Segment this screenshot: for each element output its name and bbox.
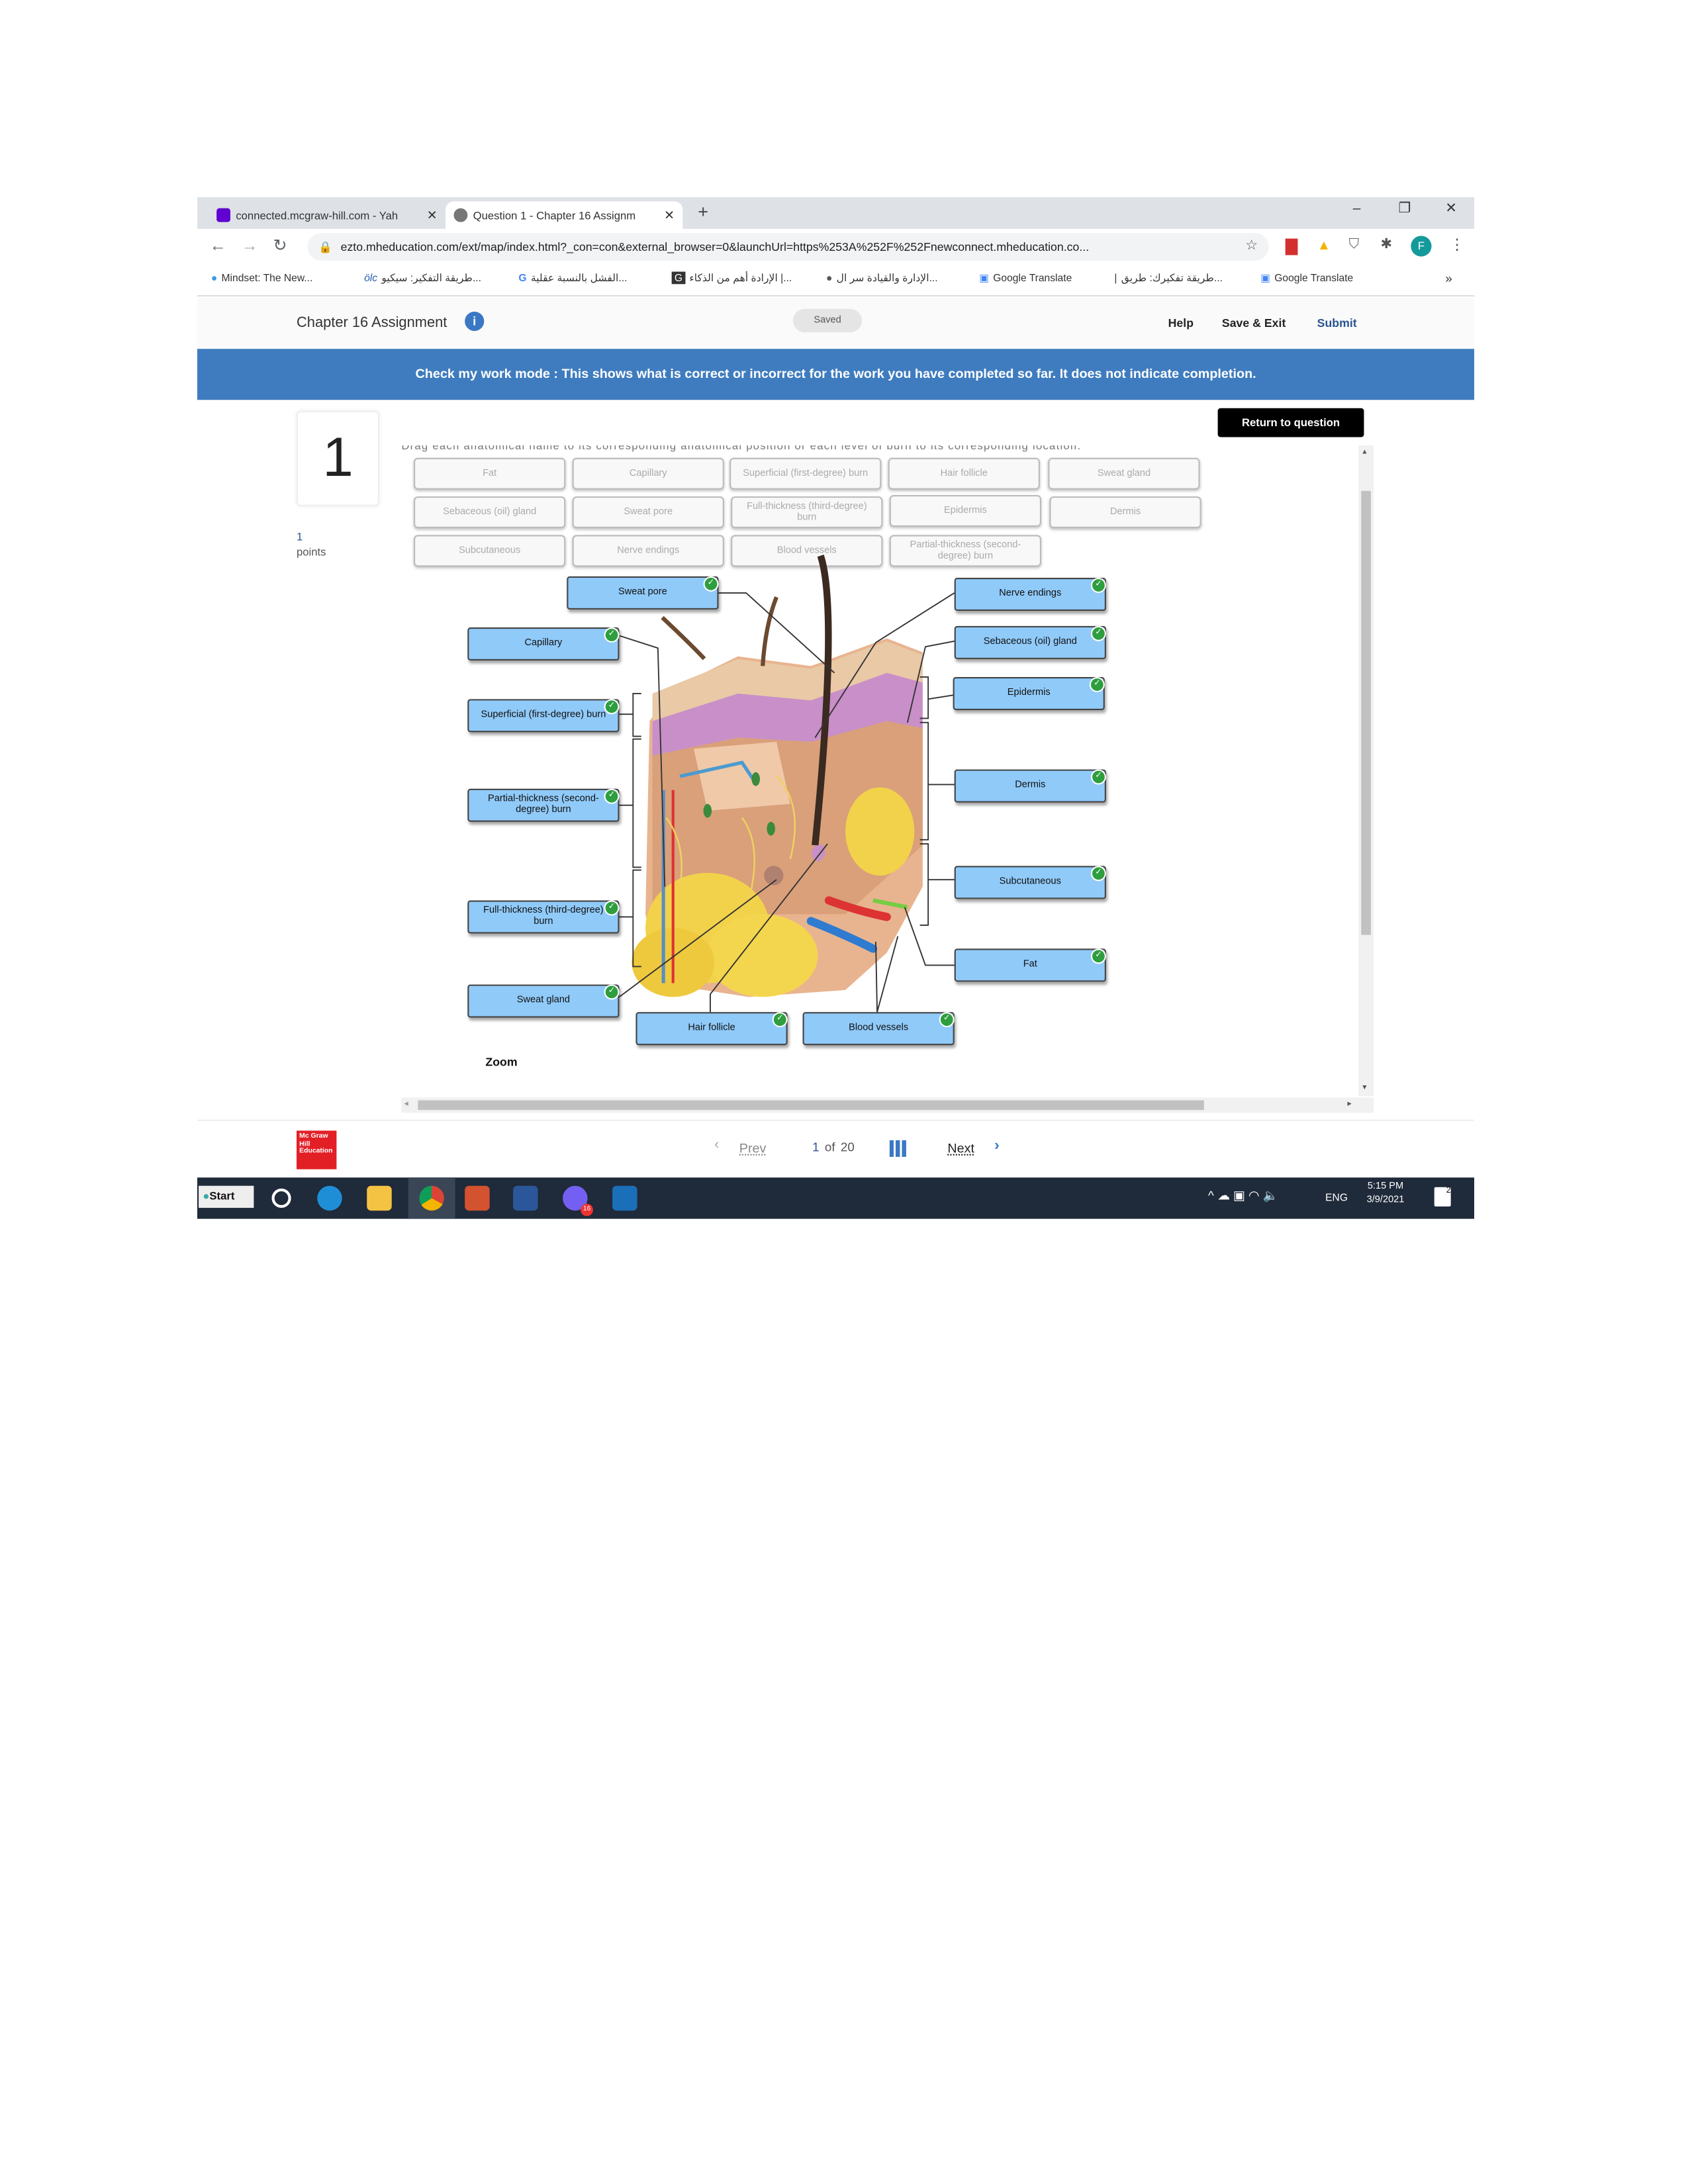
action-center-icon[interactable]: 2 — [1434, 1187, 1451, 1206]
notification-badge: 16 — [581, 1203, 593, 1216]
check-icon: ✓ — [1090, 769, 1106, 785]
grid-icon[interactable] — [889, 1140, 906, 1157]
label-nerve-endings[interactable]: Nerve endings ✓ — [954, 577, 1106, 611]
label-text: Blood vessels — [849, 1023, 909, 1033]
clock[interactable]: 5:15 PM 3/9/2021 — [1367, 1181, 1405, 1205]
powerpoint-icon[interactable] — [465, 1185, 490, 1211]
scroll-right-icon[interactable]: ▸ — [1347, 1099, 1351, 1109]
tray-icons[interactable]: ^ ☁ ▣ ◠ 🔈 — [1208, 1189, 1278, 1204]
bracket — [919, 843, 955, 926]
label-text: Dermis — [1015, 780, 1046, 791]
check-icon: ✓ — [1089, 676, 1105, 692]
check-icon: ✓ — [604, 984, 620, 1000]
label-hair-follicle[interactable]: Hair follicle ✓ — [635, 1012, 788, 1046]
scroll-up-icon[interactable]: ▲ — [1361, 448, 1368, 456]
label-sebaceous-gland[interactable]: Sebaceous (oil) gland ✓ — [954, 625, 1106, 659]
horizontal-scrollbar[interactable]: ◂ ▸ — [401, 1097, 1374, 1113]
start-icon: ● — [203, 1189, 210, 1203]
check-icon: ✓ — [939, 1012, 955, 1028]
next-button[interactable]: Next — [947, 1142, 974, 1157]
edge-icon[interactable] — [317, 1185, 342, 1211]
label-capillary[interactable]: Capillary ✓ — [467, 627, 620, 660]
label-text: Epidermis — [1007, 688, 1051, 698]
check-icon: ✓ — [1090, 577, 1106, 593]
label-text: Hair follicle — [688, 1023, 735, 1033]
start-button[interactable]: ●Start — [199, 1185, 254, 1208]
label-text: Superficial (first-degree) burn — [481, 710, 606, 720]
of-label: of — [824, 1140, 835, 1154]
chevron-left-icon[interactable]: ‹ — [714, 1138, 719, 1153]
label-text: Sweat gland — [516, 995, 571, 1006]
check-icon: ✓ — [604, 900, 620, 916]
label-text: Subcutaneous — [999, 877, 1061, 887]
bracket — [619, 693, 641, 737]
file-explorer-icon[interactable] — [367, 1185, 392, 1211]
label-subcutaneous[interactable]: Subcutaneous ✓ — [954, 866, 1106, 899]
page-indicator: 1 of 20 — [812, 1140, 855, 1154]
bracket — [919, 721, 955, 841]
bracket — [919, 676, 955, 719]
label-text: Full-thickness (third-degree) burn — [483, 906, 604, 927]
current-page: 1 — [812, 1140, 820, 1154]
scroll-down-icon[interactable]: ▼ — [1361, 1084, 1368, 1092]
label-dermis[interactable]: Dermis ✓ — [954, 769, 1106, 803]
notification-count: 2 — [1446, 1187, 1451, 1196]
check-icon: ✓ — [604, 627, 620, 643]
label-blood-vessels[interactable]: Blood vessels ✓ — [802, 1012, 955, 1046]
language-indicator[interactable]: ENG — [1325, 1191, 1348, 1204]
date: 3/9/2021 — [1366, 1195, 1405, 1205]
skin-illustration — [632, 555, 923, 997]
check-icon: ✓ — [1090, 625, 1106, 641]
label-sweat-pore[interactable]: Sweat pore ✓ — [567, 576, 719, 610]
check-icon: ✓ — [1090, 866, 1106, 882]
zoom-link[interactable]: Zoom — [485, 1055, 517, 1069]
check-icon: ✓ — [604, 788, 620, 804]
label-partial-thickness-burn[interactable]: Partial-thickness (second-degree) burn ✓ — [467, 788, 620, 822]
photos-icon[interactable] — [612, 1185, 637, 1211]
leader-line — [904, 907, 955, 966]
label-epidermis[interactable]: Epidermis ✓ — [953, 676, 1105, 710]
label-superficial-burn[interactable]: Superficial (first-degree) burn ✓ — [467, 699, 620, 733]
check-icon: ✓ — [772, 1012, 788, 1028]
browser-window: connected.mcgraw-hill.com - Yah ✕ Questi… — [197, 197, 1475, 1219]
time: 5:15 PM — [1367, 1181, 1404, 1192]
scroll-left-icon[interactable]: ◂ — [404, 1099, 408, 1109]
check-icon: ✓ — [1090, 948, 1106, 964]
chevron-right-icon[interactable]: › — [994, 1138, 1000, 1154]
label-text: Sweat pore — [618, 587, 667, 598]
scrollbar-thumb[interactable] — [418, 1100, 1204, 1111]
scrollbar-thumb[interactable] — [1361, 490, 1371, 935]
cortana-icon[interactable] — [271, 1188, 291, 1208]
chrome-icon[interactable] — [419, 1185, 444, 1211]
start-label: Start — [209, 1189, 235, 1203]
label-text: Partial-thickness (second-degree) burn — [488, 794, 599, 815]
word-icon[interactable] — [513, 1185, 538, 1211]
mcgraw-hill-logo: Mc Graw Hill Education — [296, 1130, 337, 1169]
skin-diagram — [618, 555, 955, 1013]
check-icon: ✓ — [604, 699, 620, 715]
bracket — [619, 738, 641, 868]
check-icon: ✓ — [703, 576, 719, 592]
label-text: Nerve endings — [999, 588, 1062, 599]
label-text: Fat — [1023, 960, 1037, 970]
divider — [197, 1119, 1475, 1121]
taskbar: ●Start 16 ^ ☁ ▣ ◠ 🔈 ENG 5:15 PM 3/9/2021… — [197, 1177, 1475, 1219]
viber-icon[interactable]: 16 — [563, 1185, 593, 1216]
vertical-scrollbar[interactable]: ▲ ▼ — [1358, 445, 1374, 1097]
label-fat[interactable]: Fat ✓ — [954, 948, 1106, 982]
label-text: Capillary — [524, 638, 563, 649]
label-sweat-gland[interactable]: Sweat gland ✓ — [467, 984, 620, 1018]
label-full-thickness-burn[interactable]: Full-thickness (third-degree) burn ✓ — [467, 900, 620, 934]
total-pages: 20 — [840, 1140, 855, 1154]
label-text: Sebaceous (oil) gland — [983, 637, 1077, 647]
prev-button[interactable]: Prev — [739, 1142, 767, 1157]
